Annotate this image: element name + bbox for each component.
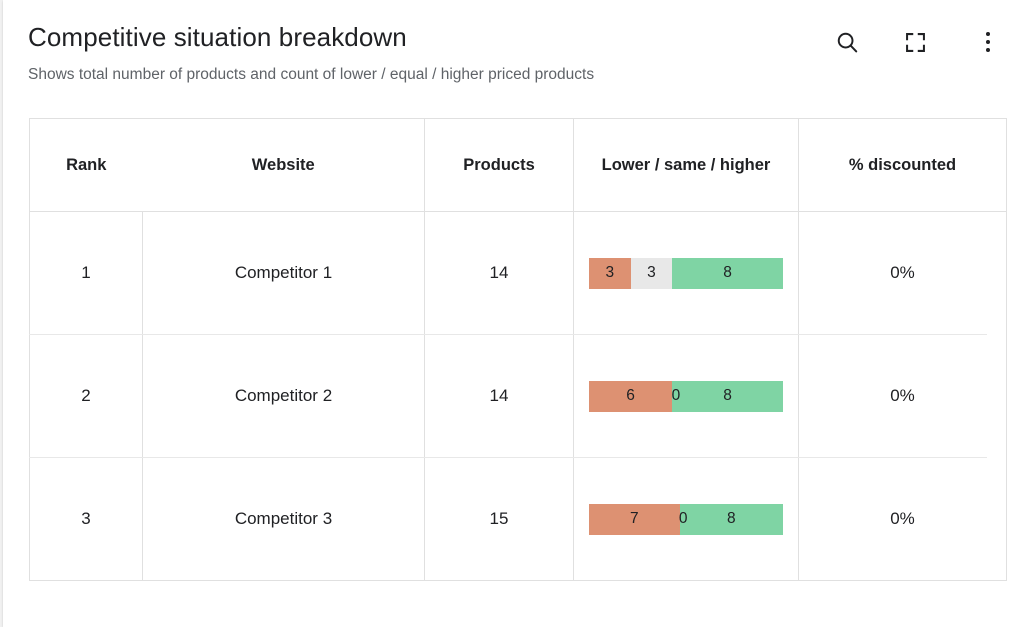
stacked-bar: 6 0 8 [589, 380, 783, 412]
column-header-pct-discounted: % discounted [798, 118, 1007, 212]
more-dot [985, 39, 991, 45]
cell-website: Competitor 3 [142, 457, 425, 581]
bar-segment-lower: 7 [589, 503, 680, 535]
cell-price-distribution: 6 0 8 [573, 334, 799, 458]
card-subtitle: Shows total number of products and count… [28, 66, 595, 83]
cell-price-distribution: 7 0 8 [573, 457, 799, 581]
column-header-website: Website [142, 118, 425, 212]
bar-segment-higher: 8 [679, 503, 783, 535]
column-header-products: Products [424, 118, 574, 212]
bar-label-same: 0 [678, 510, 688, 527]
table-header-row: Rank Website Products Lower / same / hig… [29, 118, 1007, 212]
table-header: Rank Website Products Lower / same / hig… [29, 118, 1007, 212]
cell-products: 14 [424, 334, 574, 458]
stacked-bar: 3 3 8 [589, 257, 783, 289]
bar-label-higher: 8 [723, 264, 732, 281]
table-row[interactable]: 3 Competitor 3 15 7 0 8 0% [29, 457, 1007, 581]
cell-price-distribution: 3 3 8 [573, 211, 799, 335]
more-dot [985, 32, 991, 37]
bar-segment-lower: 6 [589, 380, 673, 412]
bar-segment-same: 3 [630, 257, 673, 289]
cell-website: Competitor 1 [142, 211, 425, 335]
competitor-table-container: Rank Website Products Lower / same / hig… [29, 118, 1007, 581]
table-row[interactable]: 2 Competitor 2 14 6 0 8 0% [29, 334, 1007, 458]
cell-website: Competitor 2 [142, 334, 425, 458]
bar-label-higher: 8 [723, 387, 732, 404]
cell-products: 15 [424, 457, 574, 581]
stacked-bar: 7 0 8 [589, 503, 783, 535]
page-title: Competitive situation breakdown [28, 22, 407, 52]
search-icon[interactable] [828, 23, 866, 61]
bar-label-lower: 3 [605, 264, 615, 281]
bar-label-higher: 8 [726, 510, 736, 527]
bar-segment-higher: 8 [672, 380, 783, 412]
table-row[interactable]: 1 Competitor 1 14 3 3 8 0% [29, 211, 1007, 335]
cell-pct-discounted: 0% [798, 211, 1007, 335]
cell-pct-discounted: 0% [798, 457, 1007, 581]
bar-segment-lower: 3 [589, 257, 631, 289]
bar-label-lower: 6 [626, 387, 635, 404]
more-dot [985, 47, 991, 52]
competitor-table: Rank Website Products Lower / same / hig… [29, 118, 1007, 581]
fullscreen-icon[interactable] [896, 23, 934, 61]
column-header-lower-same-higher: Lower / same / higher [573, 118, 799, 212]
cell-pct-discounted: 0% [798, 334, 1007, 458]
column-header-rank: Rank [29, 118, 143, 212]
card-header: Competitive situation breakdown Shows to… [3, 0, 1023, 110]
competitive-situation-card: Competitive situation breakdown Shows to… [3, 0, 1023, 627]
bar-label-same: 3 [647, 264, 656, 281]
bar-label-same: 0 [671, 387, 681, 404]
cell-rank: 3 [29, 457, 143, 581]
bar-label-lower: 7 [629, 510, 639, 527]
cell-rank: 2 [29, 334, 143, 458]
cell-products: 14 [424, 211, 574, 335]
more-vert-icon[interactable] [969, 23, 1007, 61]
cell-rank: 1 [29, 211, 143, 335]
bar-segment-higher: 8 [672, 257, 783, 289]
table-body: 1 Competitor 1 14 3 3 8 0% 2 Competitor … [29, 211, 1007, 581]
